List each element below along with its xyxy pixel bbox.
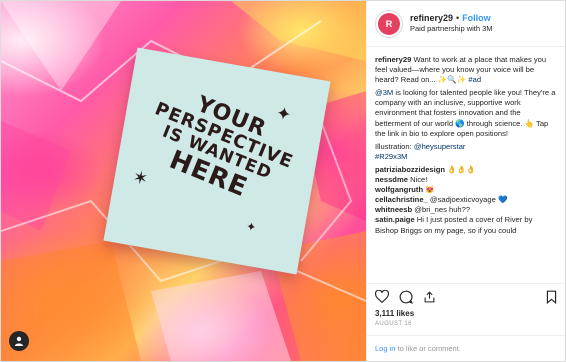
comment-username[interactable]: whitneesb	[375, 205, 412, 214]
campaign-hashtag[interactable]: #R29x3M	[375, 152, 408, 161]
caption: refinery29 Want to work at a place that …	[375, 55, 557, 85]
header-username[interactable]: refinery29	[410, 13, 453, 24]
separator-dot: •	[456, 13, 460, 24]
post-sidebar: R refinery29 • Follow Paid partnership w…	[366, 1, 565, 361]
comment-text: 👌👌👌	[447, 164, 476, 174]
login-text: to like or comment.	[397, 344, 461, 353]
comment-text: @bri_nes huh??	[414, 205, 471, 215]
comment-username[interactable]: wolfgangruth	[375, 185, 423, 194]
comment-username[interactable]: cellachristine_	[375, 195, 428, 204]
mention-link[interactable]: @3M	[375, 88, 393, 97]
illustrator-link[interactable]: @heysuperstar	[414, 142, 466, 151]
caption-body-text: is looking for talented people like you!…	[375, 88, 556, 138]
login-prompt: Log in to like or comment.	[367, 335, 565, 361]
comment-username[interactable]: patriziabozzidesign	[375, 165, 445, 174]
note-text: YOUR PERSPECTIVE IS WANTED HERE	[112, 70, 326, 224]
heart-icon[interactable]	[375, 290, 389, 303]
illustration-label: Illustration:	[375, 141, 412, 151]
post-image[interactable]: YOUR PERSPECTIVE IS WANTED HERE ✦ ✶ ✦	[1, 1, 366, 361]
refinery29-logo: R	[378, 12, 400, 35]
caption-credits: Illustration: @heysuperstar #R29x3M	[375, 142, 557, 162]
comments-section: refinery29 Want to work at a place that …	[367, 47, 565, 283]
post-header: R refinery29 • Follow Paid partnership w…	[367, 1, 565, 47]
likes-count[interactable]: 3,111 likes	[367, 309, 565, 318]
star-doodle: ✦	[274, 102, 293, 126]
comment-text: 😻	[425, 185, 435, 195]
caption-hashtag[interactable]: #ad	[468, 75, 481, 84]
post-date: AUGUST 16	[375, 321, 412, 327]
caption-username[interactable]: refinery29	[375, 55, 411, 64]
bookmark-icon[interactable]	[546, 290, 557, 304]
star-doodle: ✶	[131, 166, 150, 190]
comment-icon[interactable]	[399, 290, 413, 304]
caption-body: @3M is looking for talented people like …	[375, 88, 557, 138]
user-tag-icon[interactable]	[9, 331, 29, 351]
login-link[interactable]: Log in	[375, 344, 395, 353]
instagram-post: YOUR PERSPECTIVE IS WANTED HERE ✦ ✶ ✦ R	[0, 0, 566, 362]
comment-username[interactable]: nessdme	[375, 175, 408, 184]
share-icon[interactable]	[423, 290, 436, 304]
avatar[interactable]: R	[375, 9, 403, 38]
comment-text: @sadjoexticvoyage 💙	[429, 195, 508, 205]
comment-text: Nice!	[410, 175, 428, 185]
star-doodle: ✦	[244, 219, 258, 235]
paid-partnership-label[interactable]: Paid partnership with 3M	[410, 24, 493, 33]
sticky-note: YOUR PERSPECTIVE IS WANTED HERE ✦ ✶ ✦	[103, 47, 331, 275]
follow-button[interactable]: Follow	[462, 13, 491, 24]
comment-row: patriziabozzidesign 👌👌👌 nessdme Nice! wo…	[375, 165, 557, 236]
comment-username[interactable]: satin.paige	[375, 215, 415, 224]
action-bar	[367, 283, 565, 309]
